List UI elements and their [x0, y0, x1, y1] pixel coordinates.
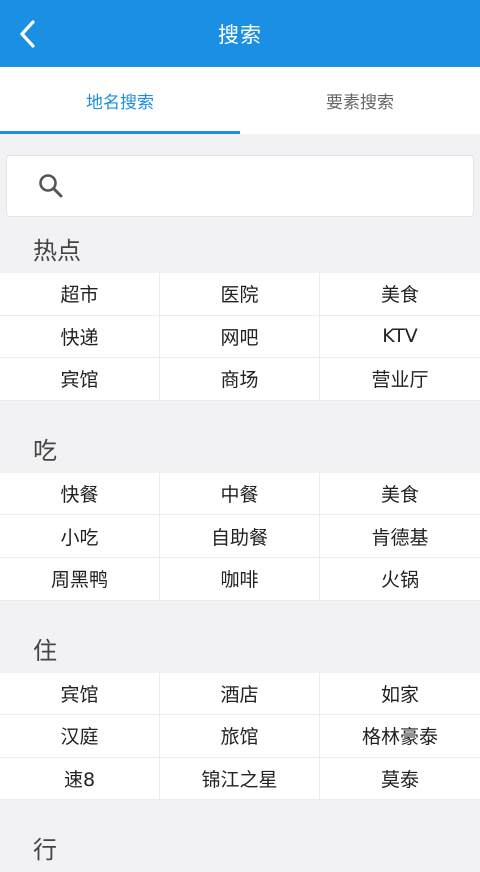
section-title: 住: [33, 636, 57, 665]
category-item[interactable]: 超市: [0, 273, 160, 316]
category-item[interactable]: 旅馆: [160, 715, 320, 758]
category-item[interactable]: 医院: [160, 273, 320, 316]
search-icon: [39, 174, 63, 198]
category-item[interactable]: 锦江之星: [160, 757, 320, 801]
category-item[interactable]: 快餐: [0, 472, 160, 516]
category-item[interactable]: 营业厅: [320, 358, 480, 401]
category-grid: 超市 医院 美食 快递 网吧 KTV 宾馆 商场 营业厅: [0, 273, 480, 401]
category-item[interactable]: 美食: [320, 473, 480, 516]
section-stay: 住 宾馆 酒店 如家 汉庭 旅馆 格林豪泰 速8 锦江之星 莫泰: [0, 617, 480, 801]
category-item[interactable]: 周黑鸭: [0, 557, 160, 601]
section-title: 行: [33, 836, 57, 865]
page-title: 搜索: [218, 22, 262, 47]
section-eat: 吃 快餐 中餐 美食 小吃 自助餐 肯德基 周黑鸭 咖啡 火锅: [0, 417, 480, 601]
category-item[interactable]: 汉庭: [0, 715, 160, 758]
category-item[interactable]: 宾馆: [0, 672, 160, 716]
category-grid: 快餐 中餐 美食 小吃 自助餐 肯德基 周黑鸭 咖啡 火锅: [0, 472, 480, 601]
category-item[interactable]: 宾馆: [0, 358, 160, 401]
category-item[interactable]: 美食: [320, 273, 480, 316]
category-item[interactable]: 火锅: [320, 558, 480, 601]
category-item[interactable]: 网吧: [160, 315, 320, 359]
search-area: [0, 134, 480, 217]
tab-bar: 地名搜索 要素搜索: [0, 67, 480, 134]
category-item[interactable]: 酒店: [160, 672, 320, 716]
category-item[interactable]: 肯德基: [320, 515, 480, 558]
search-input[interactable]: [79, 155, 473, 217]
chevron-left-icon: [20, 20, 35, 48]
tab-element-search[interactable]: 要素搜索: [240, 67, 480, 134]
top-bar: 搜索: [0, 0, 480, 67]
category-item[interactable]: 自助餐: [160, 515, 320, 558]
category-list: 热点 超市 医院 美食 快递 网吧 KTV 宾馆 商场 营业厅 吃 快餐 中餐 …: [0, 217, 480, 872]
search-box[interactable]: [6, 155, 474, 217]
section-title: 热点: [33, 237, 81, 265]
back-button[interactable]: [12, 16, 42, 52]
divider: [0, 800, 480, 816]
divider: [0, 401, 480, 417]
category-item[interactable]: 速8: [0, 757, 160, 801]
category-item[interactable]: 小吃: [0, 515, 160, 558]
category-item[interactable]: 中餐: [160, 472, 320, 516]
category-grid: 宾馆 酒店 如家 汉庭 旅馆 格林豪泰 速8 锦江之星 莫泰: [0, 672, 480, 801]
category-item[interactable]: 咖啡: [160, 557, 320, 601]
section-title: 吃: [33, 436, 57, 465]
category-item[interactable]: 快递: [0, 315, 160, 359]
category-item[interactable]: 商场: [160, 358, 320, 401]
tab-place-search[interactable]: 地名搜索: [0, 67, 240, 134]
category-item[interactable]: KTV: [320, 316, 480, 359]
category-item[interactable]: 莫泰: [320, 758, 480, 801]
section-travel: 行: [0, 816, 480, 872]
section-hot: 热点 超市 医院 美食 快递 网吧 KTV 宾馆 商场 营业厅: [0, 217, 480, 401]
category-item[interactable]: 格林豪泰: [320, 715, 480, 758]
category-item[interactable]: 如家: [320, 673, 480, 716]
divider: [0, 601, 480, 617]
